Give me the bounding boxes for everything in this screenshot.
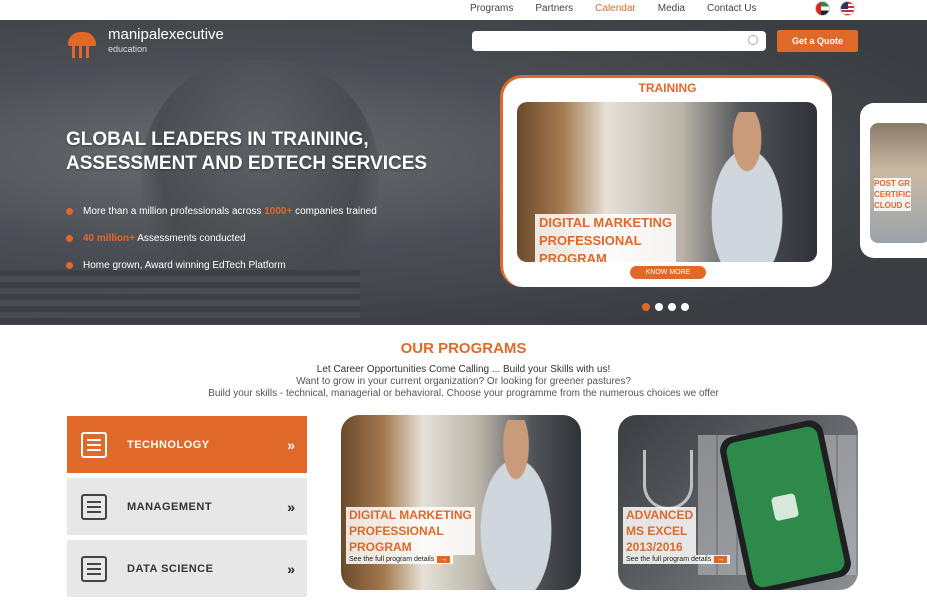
earbuds-photo bbox=[643, 450, 693, 510]
arrow-right-icon: → bbox=[714, 556, 728, 563]
program-card-digital-marketing[interactable]: DIGITAL MARKETING PROFESSIONAL PROGRAM S… bbox=[341, 415, 581, 590]
category-label: MANAGEMENT bbox=[127, 500, 213, 513]
nav-link-contact[interactable]: Contact Us bbox=[707, 3, 756, 14]
programs-intro-line: Build your skills - technical, manageria… bbox=[208, 388, 719, 399]
bullet-dot-icon bbox=[66, 235, 73, 242]
program-card-ms-excel[interactable]: ADVANCED MS EXCEL 2013/2016 See the full… bbox=[618, 415, 858, 590]
bullet-dot-icon bbox=[66, 208, 73, 215]
programs-title: OUR PROGRAMS bbox=[400, 340, 527, 357]
uae-flag-icon[interactable] bbox=[815, 1, 830, 16]
program-card-details-link[interactable]: See the full program details → bbox=[346, 555, 454, 564]
know-more-button[interactable]: KNOW MORE bbox=[630, 266, 706, 279]
nav-link-calendar[interactable]: Calendar bbox=[595, 3, 636, 14]
logo-brand-text: manipalexecutive bbox=[108, 26, 224, 43]
slide-photo-person bbox=[692, 112, 802, 262]
category-label: DATA SCIENCE bbox=[127, 562, 214, 575]
carousel-slide-next[interactable]: POST GR CERTIFIC CLOUD C bbox=[860, 103, 927, 258]
hero-banner: manipalexecutive education Get a Quote G… bbox=[0, 20, 927, 325]
site-logo[interactable]: manipalexecutive education bbox=[66, 26, 224, 58]
us-flag-icon[interactable] bbox=[840, 1, 855, 16]
bullet-dot-icon bbox=[66, 262, 73, 269]
hero-bullet-text: Home grown, Award winning EdTech Platfor… bbox=[83, 260, 286, 271]
data-icon bbox=[81, 555, 107, 582]
logo-mark-icon bbox=[66, 26, 98, 58]
chart-icon bbox=[81, 493, 107, 520]
hero-bullet: More than a million professionals across… bbox=[66, 198, 377, 225]
nav-link-partners[interactable]: Partners bbox=[535, 3, 573, 14]
slide-category-label: TRAINING bbox=[638, 81, 697, 95]
carousel-dot[interactable] bbox=[668, 303, 676, 311]
category-label: TECHNOLOGY bbox=[127, 438, 210, 451]
search-icon[interactable] bbox=[748, 35, 758, 45]
top-nav: Programs Partners Calendar Media Contact… bbox=[0, 0, 927, 20]
get-quote-button[interactable]: Get a Quote bbox=[777, 30, 858, 52]
category-management[interactable]: MANAGEMENT » bbox=[67, 478, 307, 535]
carousel-dot[interactable] bbox=[642, 303, 650, 311]
programs-intro-line: Want to grow in your current organizatio… bbox=[296, 376, 631, 387]
category-technology[interactable]: TECHNOLOGY » bbox=[67, 416, 307, 473]
program-card-details-link[interactable]: See the full program details → bbox=[623, 555, 731, 564]
program-card-title: ADVANCED MS EXCEL 2013/2016 bbox=[623, 507, 697, 555]
hero-bullets: More than a million professionals across… bbox=[66, 198, 377, 279]
arrow-right-icon: → bbox=[437, 556, 451, 563]
search-input[interactable] bbox=[472, 31, 766, 51]
hero-bullet: Home grown, Award winning EdTech Platfor… bbox=[66, 252, 377, 279]
server-icon bbox=[81, 431, 107, 458]
category-data-science[interactable]: DATA SCIENCE » bbox=[67, 540, 307, 597]
double-chevron-right-icon: » bbox=[287, 498, 295, 515]
hero-headline: GLOBAL LEADERS IN TRAINING, ASSESSMENT A… bbox=[66, 128, 446, 176]
programs-intro-line: Let Career Opportunities Come Calling ..… bbox=[316, 364, 611, 375]
nav-link-programs[interactable]: Programs bbox=[470, 3, 513, 14]
top-nav-links: Programs Partners Calendar Media Contact… bbox=[470, 3, 756, 14]
hero-bullet-text: 40 million+ Assessments conducted bbox=[83, 233, 246, 244]
programs-intro: Let Career Opportunities Come Calling ..… bbox=[0, 364, 927, 400]
hero-headline-line2: ASSESSMENT AND EDTECH SERVICES bbox=[66, 153, 428, 174]
carousel-slide-active[interactable]: TRAINING DIGITAL MARKETING PROFESSIONAL … bbox=[500, 75, 832, 287]
carousel-dot[interactable] bbox=[655, 303, 663, 311]
logo-sub-text: education bbox=[108, 44, 148, 54]
double-chevron-right-icon: » bbox=[287, 560, 295, 577]
slide-photo: DIGITAL MARKETING PROFESSIONAL PROGRAM bbox=[517, 102, 817, 262]
hero-headline-line1: GLOBAL LEADERS IN TRAINING, bbox=[66, 129, 369, 150]
carousel-dot[interactable] bbox=[681, 303, 689, 311]
nav-link-media[interactable]: Media bbox=[658, 3, 685, 14]
hero-bullet-text: More than a million professionals across… bbox=[83, 206, 377, 217]
slide-program-title: DIGITAL MARKETING PROFESSIONAL PROGRAM bbox=[535, 214, 677, 262]
program-card-title: DIGITAL MARKETING PROFESSIONAL PROGRAM bbox=[346, 507, 475, 555]
program-card-photo bbox=[461, 420, 571, 590]
double-chevron-right-icon: » bbox=[287, 436, 295, 453]
hero-bullet: 40 million+ Assessments conducted bbox=[66, 225, 377, 252]
carousel-dots bbox=[642, 303, 689, 311]
slide-next-program-title: POST GR CERTIFIC CLOUD C bbox=[874, 178, 911, 211]
